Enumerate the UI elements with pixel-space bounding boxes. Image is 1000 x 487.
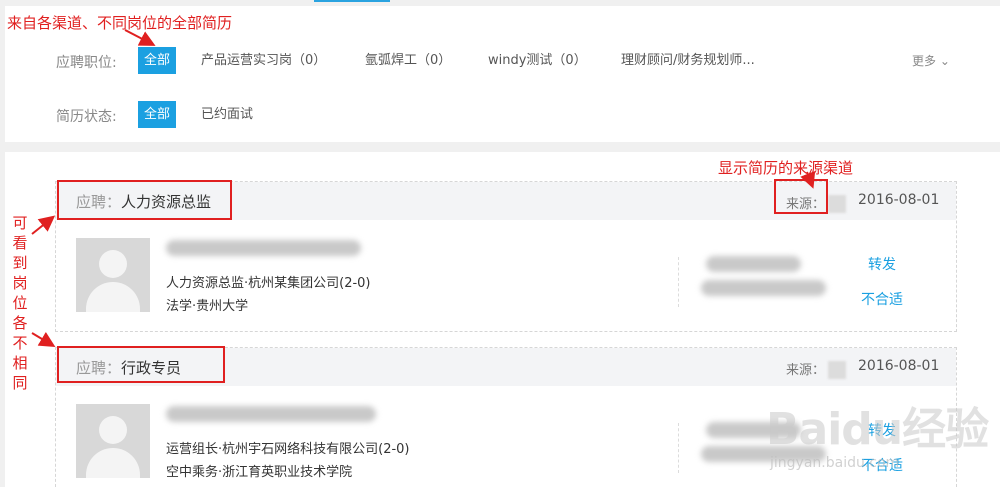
baidu-jingyan-watermark: Baidu经验 [766,404,989,455]
not-suitable-button[interactable]: 不合适 [861,289,903,309]
resume-date: 2016-08-01 [858,358,940,374]
annotation-source-channel: 显示简历的来源渠道 [718,159,854,177]
divider [678,423,679,473]
position-option-argon-welder[interactable]: 氩弧焊工（0） [365,47,451,74]
annotation-vertical-positions: 可 看 到 岗 位 各 不 相 同 [12,214,28,392]
source-channel-icon [828,361,846,379]
position-option-product-ops-intern[interactable]: 产品运营实习岗（0） [201,47,326,74]
blurred-candidate-name [166,240,361,256]
avatar[interactable] [76,404,150,478]
education: 法学·贵州大学 [166,299,249,314]
highlight-box-position-1 [57,180,232,220]
education: 空中乘务·浙江育英职业技术学院 [166,465,353,480]
source-channel-icon [828,195,846,213]
forward-button[interactable]: 转发 [868,254,896,274]
blurred-contact-phone [706,256,801,272]
avatar[interactable] [76,238,150,312]
job-experience: 运营组长·杭州宇石网络科技有限公司(2-0) [166,442,410,457]
job-experience: 人力资源总监·杭州某集团公司(2-0) [166,276,371,291]
active-tab-indicator [314,0,390,2]
divider [678,257,679,307]
status-option-interview-scheduled[interactable]: 已约面试 [201,101,253,128]
position-option-windy-test[interactable]: windy测试（0） [488,47,587,74]
highlight-box-position-2 [57,346,225,383]
resume-date: 2016-08-01 [858,192,940,208]
annotation-all-channels: 来自各渠道、不同岗位的全部简历 [7,14,233,32]
chevron-down-icon: ⌄ [936,54,950,68]
blurred-candidate-name [166,406,376,422]
more-label: 更多 [912,54,937,68]
blurred-contact-email [701,280,826,296]
position-option-all[interactable]: 全部 [138,47,177,74]
source-label: 来源： [786,363,826,378]
more-positions-button[interactable]: 更多 ⌄ [912,52,950,69]
status-option-all[interactable]: 全部 [138,101,177,128]
highlight-box-source [774,179,828,214]
watermark-url: jingyan.baidu.com [770,455,900,471]
position-option-financial-advisor[interactable]: 理财顾问/财务规划师... [621,47,755,74]
status-filter-label: 简历状态: [56,109,117,125]
position-filter-label: 应聘职位: [56,55,117,71]
